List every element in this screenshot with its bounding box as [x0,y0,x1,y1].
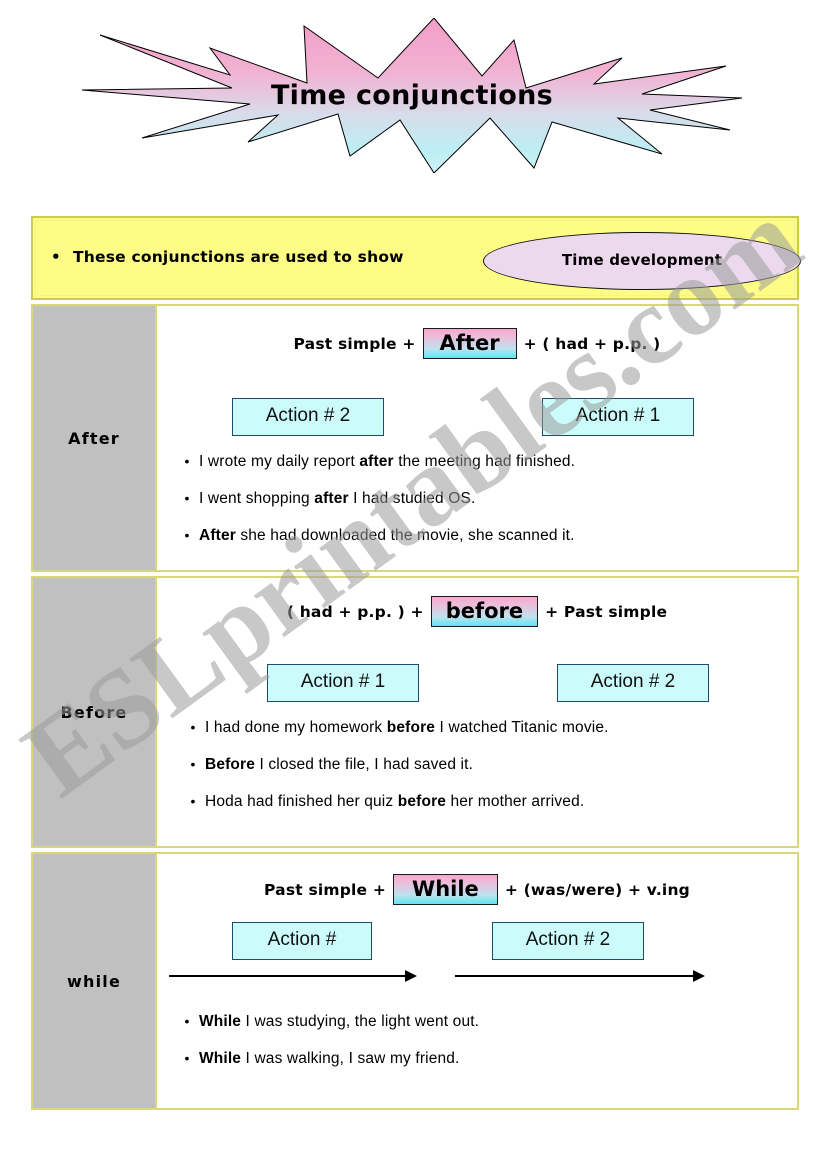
section-label-while-text: while [67,971,121,991]
example-text: Before I closed the file, I had saved it… [205,755,474,773]
worksheet-frame: • These conjunctions are used to show Tim… [31,216,805,1114]
arrow-right-icon [169,970,417,982]
section-while: while Past simple + While + (was/were) +… [31,852,799,1110]
action-row-before: Action # 1 Action # 2 [157,664,797,704]
bullet-icon: • [190,719,196,735]
section-label-before-text: Before [60,702,128,722]
formula-after-right: + ( had + p.p. ) [523,334,661,353]
example-text: Hoda had finished her quiz before her mo… [205,792,585,810]
intro-statement: • These conjunctions are used to show [51,248,404,266]
formula-before-left: ( had + p.p. ) + [286,602,424,621]
bullet-icon: • [184,1049,190,1066]
title-banner: Time conjunctions [82,18,742,173]
list-item: • I had done my homework before I watche… [181,718,821,739]
action-row-while: Action # Action # 2 [157,922,797,962]
list-item: • While I was studying, the light went o… [175,1012,815,1033]
section-label-while: while [31,852,157,1110]
bullet-icon: • [190,792,196,809]
example-text: I had done my homework before I watched … [205,719,609,736]
section-after: After Past simple + After + ( had + p.p.… [31,304,799,572]
example-text: After she had downloaded the movie, she … [199,526,575,544]
formula-before: ( had + p.p. ) + before + Past simple [157,596,797,628]
keyword-box-while: While [393,874,498,906]
page-title: Time conjunctions [270,80,554,111]
bullet-icon: • [184,1013,190,1029]
list-item: • While I was walking, I saw my friend. [175,1049,815,1070]
timeline-arrows [157,970,797,988]
bullet-icon: • [190,755,196,772]
example-text: While I was walking, I saw my friend. [199,1049,460,1067]
action-box: Action # 1 [267,664,419,702]
keyword-box-before: before [430,596,539,628]
bullet-icon: • [184,526,190,543]
formula-while-right: + (was/were) + v.ing [504,880,690,899]
formula-while: Past simple + While + (was/were) + v.ing [157,874,797,906]
action-box: Action # 2 [232,398,384,436]
list-item: • Before I closed the file, I had saved … [181,755,821,776]
section-label-before: Before [31,576,157,848]
bullet-icon: • [51,248,61,266]
formula-after: Past simple + After + ( had + p.p. ) [157,328,797,360]
action-row-after: Action # 2 Action # 1 [157,398,797,438]
example-text: I went shopping after I had studied OS. [199,489,476,507]
examples-while: • While I was studying, the light went o… [157,1012,815,1086]
arrow-right-icon [455,970,705,982]
list-item: • Hoda had finished her quiz before her … [181,792,821,813]
keyword-box-after: After [422,328,517,360]
action-box: Action # 2 [557,664,709,702]
example-text: While I was studying, the light went out… [199,1013,480,1030]
list-item: • I went shopping after I had studied OS… [175,489,815,510]
time-development-label: Time development [561,251,723,269]
examples-before: • I had done my homework before I watche… [157,718,821,829]
section-before: Before ( had + p.p. ) + before + Past si… [31,576,799,848]
section-content-before: ( had + p.p. ) + before + Past simple Ac… [157,576,799,848]
bullet-icon: • [184,489,190,506]
list-item: • After she had downloaded the movie, sh… [175,526,815,547]
section-content-after: Past simple + After + ( had + p.p. ) Act… [157,304,799,572]
action-box: Action # [232,922,372,960]
example-text: I wrote my daily report after the meetin… [199,453,576,470]
formula-while-left: Past simple + [264,880,387,899]
formula-after-left: Past simple + [293,334,416,353]
bullet-icon: • [184,453,190,469]
intro-statement-text: These conjunctions are used to show [73,248,404,266]
examples-after: • I wrote my daily report after the meet… [157,452,815,563]
action-box: Action # 1 [542,398,694,436]
section-label-after: After [31,304,157,572]
list-item: • I wrote my daily report after the meet… [175,452,815,473]
formula-before-right: + Past simple [545,602,668,621]
time-development-callout: Time development [483,232,801,290]
section-content-while: Past simple + While + (was/were) + v.ing… [157,852,799,1110]
section-label-after-text: After [68,428,120,448]
action-box: Action # 2 [492,922,644,960]
